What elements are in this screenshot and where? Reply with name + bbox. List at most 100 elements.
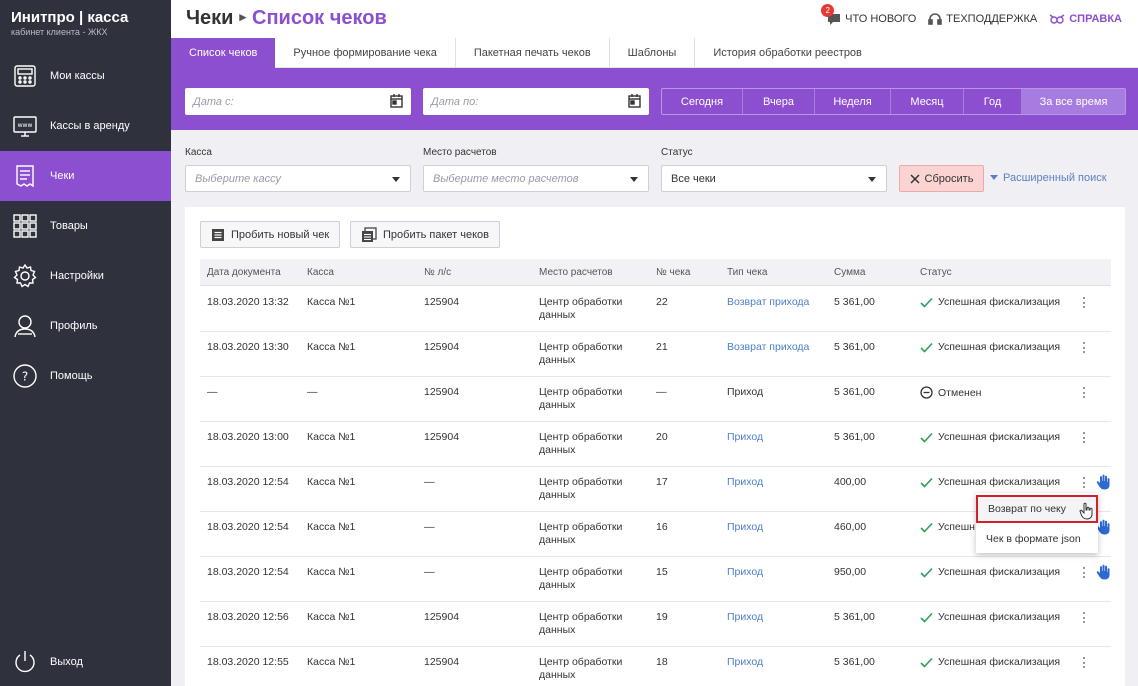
table-row[interactable]: 18.03.2020 12:54 Касса №1 — Центр обработки… bbox=[200, 557, 1111, 602]
check-icon bbox=[920, 297, 933, 308]
more-vertical-icon[interactable] bbox=[1080, 611, 1088, 624]
status-cell: Успешная фискализация bbox=[920, 566, 1060, 578]
cell-type[interactable]: Приход bbox=[727, 476, 763, 489]
cell-sum: 5 361,00 bbox=[834, 656, 875, 668]
cell-kassa: Касса №1 bbox=[307, 296, 356, 308]
cell-sum: 5 361,00 bbox=[834, 611, 875, 623]
period-year[interactable]: Год bbox=[964, 89, 1022, 114]
status-cell: Успешная фискализация bbox=[920, 296, 1060, 308]
cell-type[interactable]: Приход bbox=[727, 611, 763, 624]
chevron-down-icon bbox=[630, 177, 638, 182]
period-all-time[interactable]: За все время bbox=[1022, 89, 1125, 114]
breadcrumb-root[interactable]: Чеки bbox=[186, 7, 233, 29]
advanced-search-label: Расширенный поиск bbox=[1003, 172, 1107, 184]
logo-title: Инитпро | касса bbox=[11, 9, 129, 26]
help-link[interactable]: Справка bbox=[1049, 12, 1122, 26]
headset-icon bbox=[928, 13, 943, 25]
whats-new-link[interactable]: 2 Что нового bbox=[821, 4, 916, 26]
kassa-select[interactable]: Выберите кассу bbox=[185, 165, 411, 192]
cell-sum: 5 361,00 bbox=[834, 341, 875, 353]
cell-place: Центр обработки данных bbox=[539, 431, 623, 456]
sidebar-item-checks[interactable]: Чеки bbox=[0, 151, 171, 201]
table-row[interactable]: 18.03.2020 13:32 Касса №1 125904 Центр обра… bbox=[200, 287, 1111, 332]
tab-registry-history[interactable]: История обработки реестров bbox=[695, 38, 880, 68]
cell-date: 18.03.2020 13:30 bbox=[207, 341, 289, 353]
more-vertical-icon[interactable] bbox=[1080, 386, 1088, 399]
advanced-search-link[interactable]: Расширенный поиск bbox=[990, 172, 1107, 184]
batch-check-button[interactable]: Пробить пакет чеков bbox=[350, 221, 501, 248]
cell-place: Центр обработки данных bbox=[539, 386, 623, 411]
reset-button[interactable]: Сбросить bbox=[899, 165, 984, 192]
cell-type[interactable]: Возврат прихода bbox=[727, 341, 809, 354]
new-check-label: Пробить новый чек bbox=[231, 228, 330, 241]
date-from-input[interactable]: Дата с: bbox=[185, 88, 411, 115]
place-select[interactable]: Выберите место расчетов bbox=[423, 165, 649, 192]
more-vertical-icon[interactable] bbox=[1080, 341, 1088, 354]
cell-date: 18.03.2020 12:55 bbox=[207, 656, 289, 668]
menu-item-json[interactable]: Чек в формате json bbox=[976, 525, 1098, 553]
tab-templates[interactable]: Шаблоны bbox=[610, 38, 696, 68]
status-text: Отменен bbox=[938, 386, 982, 399]
more-vertical-icon[interactable] bbox=[1080, 476, 1088, 489]
table-row[interactable]: 18.03.2020 12:54 Касса №1 — Центр обработки… bbox=[200, 467, 1111, 512]
www-monitor-icon: www bbox=[13, 116, 37, 137]
cell-type: Приход bbox=[727, 386, 764, 398]
status-label: Статус bbox=[661, 147, 693, 158]
table-row[interactable]: 18.03.2020 13:30 Касса №1 125904 Центр обра… bbox=[200, 332, 1111, 377]
sidebar-item-my-registers[interactable]: Мои кассы bbox=[0, 51, 171, 101]
cell-type[interactable]: Приход bbox=[727, 431, 763, 444]
calendar-icon[interactable] bbox=[390, 94, 403, 108]
sidebar-item-profile[interactable]: Профиль bbox=[0, 301, 171, 351]
cell-type[interactable]: Приход bbox=[727, 656, 763, 669]
tab-check-list[interactable]: Список чеков bbox=[171, 38, 276, 68]
more-vertical-icon[interactable] bbox=[1080, 656, 1088, 669]
date-to-input[interactable]: Дата по: bbox=[423, 88, 649, 115]
cell-account: — bbox=[424, 476, 435, 488]
check-icon bbox=[920, 657, 933, 668]
period-month[interactable]: Месяц bbox=[891, 89, 964, 114]
period-today[interactable]: Сегодня bbox=[662, 89, 743, 114]
status-select[interactable]: Все чеки bbox=[661, 165, 887, 192]
cell-date: 18.03.2020 12:54 bbox=[207, 566, 289, 578]
new-check-button[interactable]: Пробить новый чек bbox=[200, 221, 341, 248]
table-row[interactable]: 18.03.2020 12:56 Касса №1 125904 Центр обра… bbox=[200, 602, 1111, 647]
status-cell: Успешная фискализация bbox=[920, 476, 1060, 488]
sidebar-item-label: Товары bbox=[50, 220, 88, 232]
hand-icon bbox=[1096, 519, 1110, 535]
cell-num: 19 bbox=[656, 611, 668, 623]
tab-batch-print[interactable]: Пакетная печать чеков bbox=[456, 38, 610, 68]
sidebar-item-rent-registers[interactable]: www Кассы в аренду bbox=[0, 101, 171, 151]
period-week[interactable]: Неделя bbox=[815, 89, 891, 114]
sidebar: Инитпро | касса кабинет клиента - ЖКХ Мо… bbox=[0, 0, 171, 686]
table-row[interactable]: — — 125904 Центр обработки данных — Приход 5 3… bbox=[200, 377, 1111, 422]
more-vertical-icon[interactable] bbox=[1080, 431, 1088, 444]
table-row[interactable]: 18.03.2020 12:55 Касса №1 125904 Центр обра… bbox=[200, 647, 1111, 686]
cell-type[interactable]: Приход bbox=[727, 566, 763, 579]
column-header: Сумма bbox=[834, 267, 866, 278]
more-vertical-icon[interactable] bbox=[1080, 566, 1088, 579]
status-text: Успешная фискализация bbox=[938, 656, 1061, 668]
status-cell: Успешная фискализация bbox=[920, 341, 1060, 353]
cell-date: 18.03.2020 13:00 bbox=[207, 431, 289, 443]
more-vertical-icon[interactable] bbox=[1080, 296, 1088, 309]
period-yesterday[interactable]: Вчера bbox=[743, 89, 815, 114]
logo: Инитпро | касса кабинет клиента - ЖКХ bbox=[11, 9, 128, 37]
column-header: Статус bbox=[920, 267, 952, 278]
cell-num: 17 bbox=[656, 476, 668, 488]
table-row[interactable]: 18.03.2020 13:00 Касса №1 125904 Центр обра… bbox=[200, 422, 1111, 467]
sidebar-item-help[interactable]: ? Помощь bbox=[0, 351, 171, 401]
check-icon bbox=[920, 342, 933, 353]
calendar-icon[interactable] bbox=[628, 94, 641, 108]
support-link[interactable]: Техподдержка bbox=[928, 12, 1037, 26]
logout-button[interactable]: Выход bbox=[0, 638, 171, 686]
sidebar-item-label: Кассы в аренду bbox=[50, 120, 130, 132]
filter-row: Касса Выберите кассу Место расчетов Выбе… bbox=[171, 130, 1138, 200]
cell-type[interactable]: Возврат прихода bbox=[727, 296, 809, 309]
sidebar-item-settings[interactable]: Настройки bbox=[0, 251, 171, 301]
cell-type[interactable]: Приход bbox=[727, 521, 763, 534]
chevron-down-icon bbox=[868, 177, 876, 182]
sidebar-item-goods[interactable]: Товары bbox=[0, 201, 171, 251]
cell-num: 18 bbox=[656, 656, 668, 668]
table-row[interactable]: 18.03.2020 12:54 Касса №1 — Центр обработки… bbox=[200, 512, 1111, 557]
tab-manual-check[interactable]: Ручное формирование чека bbox=[275, 38, 456, 68]
